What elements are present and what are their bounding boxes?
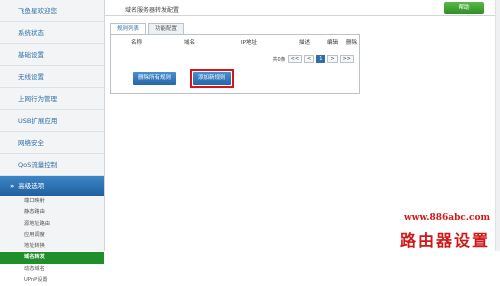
pager-next-button[interactable]: >	[327, 55, 338, 63]
page-title: 域名服务器转发配置	[125, 7, 180, 14]
column-header-edit: 编辑	[327, 40, 339, 46]
column-header-ip: IP地址	[241, 40, 257, 46]
sidebar-sub-port-mapping[interactable]: 端口映射	[0, 196, 104, 207]
column-header-name: 名称	[131, 40, 143, 46]
pager-total: 共0条	[272, 56, 286, 63]
sidebar-sub-source-route[interactable]: 源地址路由	[0, 219, 104, 230]
watermark-text: 路由器设置	[399, 231, 490, 250]
sidebar-sub-upnp[interactable]: UPnP设置	[0, 275, 104, 286]
column-header-desc: 描述	[299, 40, 311, 46]
pager-first-button[interactable]: <<	[287, 55, 303, 63]
pager-prev-button[interactable]: <	[304, 55, 315, 63]
watermark-url: www.886abc.com	[403, 213, 490, 223]
sidebar-sub-app-schedule[interactable]: 应用调度	[0, 230, 104, 241]
add-rule-button[interactable]: 添加新规则	[193, 72, 231, 85]
rules-panel: 名称 域名 IP地址 描述 编辑 删除 共0条 << < 1 > >>	[110, 34, 360, 94]
sidebar-section-label: 高级选项	[18, 182, 45, 190]
sidebar-item-wireless-settings[interactable]: 无线设置	[0, 66, 104, 88]
pager-last-button[interactable]: >>	[339, 55, 354, 63]
sidebar: 飞鱼星欢迎您 系统状态 基础设置 无线设置 上网行为管理 USB扩展应用 网络安…	[0, 0, 105, 283]
sidebar-sub-dns-forward[interactable]: 域名转发	[0, 252, 104, 264]
pagination: 共0条 << < 1 > >>	[272, 55, 354, 63]
scrollbar[interactable]	[495, 0, 500, 251]
sidebar-item-qos[interactable]: QoS流量控制	[0, 154, 104, 176]
pager-current-page[interactable]: 1	[316, 55, 326, 63]
sidebar-sub-static-route[interactable]: 静态路由	[0, 207, 104, 218]
sidebar-section-advanced[interactable]: » 高级选项	[0, 176, 104, 196]
sidebar-item-system-status[interactable]: 系统状态	[0, 22, 104, 44]
column-header-domain: 域名	[184, 40, 196, 46]
add-rule-highlight: 添加新规则	[190, 69, 234, 88]
delete-all-rules-button[interactable]: 删除所有规则	[133, 72, 177, 85]
sidebar-sub-ddns[interactable]: 动态域名	[0, 264, 104, 275]
chevron-down-icon: »	[10, 182, 15, 190]
sidebar-item-usb[interactable]: USB扩展应用	[0, 110, 104, 132]
sidebar-welcome: 飞鱼星欢迎您	[0, 0, 104, 22]
sidebar-item-security[interactable]: 网络安全	[0, 132, 104, 154]
sidebar-item-internet-behavior[interactable]: 上网行为管理	[0, 88, 104, 110]
help-button[interactable]: 帮助	[444, 2, 484, 14]
table-header: 名称 域名 IP地址 描述 编辑 删除	[111, 38, 359, 48]
column-header-delete: 删除	[346, 40, 358, 46]
sidebar-item-basic-settings[interactable]: 基础设置	[0, 44, 104, 66]
divider	[105, 15, 500, 16]
